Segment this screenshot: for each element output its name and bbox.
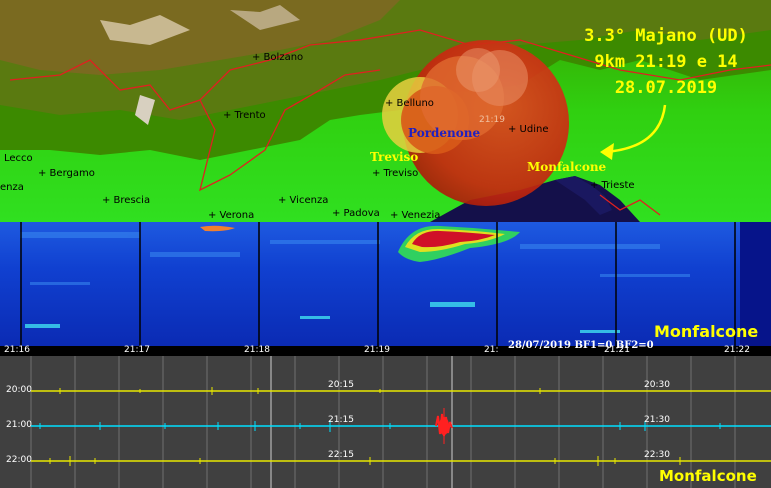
city-brescia: + Brescia (102, 195, 151, 206)
station-monfalcone: Monfalcone (527, 160, 607, 174)
quake-magnitude-location: 3.3° Majano (UD) (584, 26, 748, 46)
spectrogram-panel: 28/07/2019 BF1=0 BF2=0 Monfalcone 21:16 … (0, 222, 771, 356)
trace-3-mid: 22:15 (328, 450, 354, 460)
trace-1-start: 20:00 (6, 385, 32, 395)
trace-1-end: 20:30 (644, 380, 670, 390)
city-bergamo: + Bergamo (38, 168, 95, 179)
city-partial-label: enza (0, 182, 24, 193)
city-bolzano: + Bolzano (252, 52, 304, 63)
city-trieste: + Trieste (590, 180, 635, 191)
spectrogram-station-label: Monfalcone (654, 322, 759, 341)
city-belluno: + Belluno (385, 98, 434, 109)
trace-1-mid: 20:15 (328, 380, 354, 390)
spectrogram-time-label: 21:19 (364, 345, 390, 355)
spectrogram-time-label: 21:18 (244, 345, 270, 355)
spectrogram-info: 28/07/2019 BF1=0 BF2=0 (508, 340, 654, 351)
trace-2-start: 21:00 (6, 420, 32, 430)
spectrogram-time-label: 21:21 (604, 345, 630, 355)
trace-3-start: 22:00 (6, 455, 32, 465)
spectrogram-time-label: 21:16 (4, 345, 30, 355)
quake-depth-time: 9km 21:19 e 14 (594, 52, 738, 72)
quake-date: 28.07.2019 (614, 78, 718, 98)
city-venezia: + Venezia (390, 210, 441, 221)
map-panel: + Bolzano + Trento + Belluno Lecco + Ber… (0, 0, 771, 222)
station-pordenone: Pordenone (408, 126, 481, 140)
city-udine: + Udine (508, 124, 549, 135)
station-treviso: Treviso (370, 150, 419, 164)
spectrogram-time-label: 21:17 (124, 345, 150, 355)
trace-2-end: 21:30 (644, 415, 670, 425)
seismogram-panel: 20:00 20:15 20:30 21:00 21:15 21:30 22:0… (0, 356, 771, 488)
city-verona: + Verona (208, 210, 255, 221)
seismogram-station-label: Monfalcone (659, 467, 757, 485)
spectrogram-time-label: 21: (484, 345, 499, 355)
event-time-marker: 21:19 (479, 115, 505, 125)
city-padova: + Padova (332, 208, 380, 219)
city-vicenza: + Vicenza (278, 195, 329, 206)
city-trento: + Trento (223, 110, 266, 121)
trace-3-end: 22:30 (644, 450, 670, 460)
city-lecco: Lecco (4, 153, 33, 164)
spectrogram-time-label: 21:22 (724, 345, 750, 355)
trace-2-mid: 21:15 (328, 415, 354, 425)
city-treviso: + Treviso (372, 168, 419, 179)
